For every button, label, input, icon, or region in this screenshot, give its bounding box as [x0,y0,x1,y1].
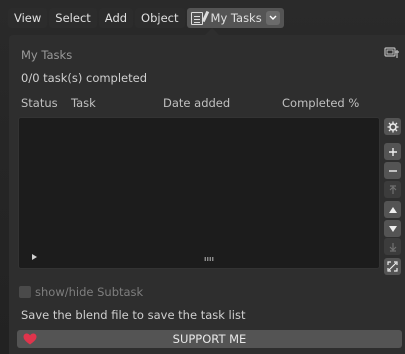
task-list[interactable] [18,117,380,269]
settings-icon [387,121,398,132]
popover-pointer [205,28,219,35]
list-resize-grip[interactable] [204,257,214,261]
add-icon [388,147,397,156]
move-up-button[interactable] [384,201,401,218]
fullscreen-button[interactable] [384,258,401,275]
save-note: Save the blend file to save the task lis… [21,308,246,322]
menu-select[interactable]: Select [49,8,97,28]
remove-icon [388,169,397,172]
fullscreen-icon [387,261,398,272]
menu-add[interactable]: Add [98,8,134,28]
remove-task-button[interactable] [384,162,401,179]
support-me-button[interactable]: SUPPORT ME [17,330,402,348]
move-down-button[interactable] [384,220,401,237]
panel-title: My Tasks [21,48,73,62]
task-progress-text: 0/0 task(s) completed [21,71,148,85]
move-down-icon [388,225,397,232]
header-menubar: View Select Add Object My Tasks [0,0,405,34]
subtask-toggle[interactable]: show/hide Subtask [19,285,143,299]
move-bottom-icon [389,242,396,252]
subtask-checkbox[interactable] [19,286,31,298]
column-status: Status [21,96,58,110]
move-top-icon [389,184,396,194]
column-task: Task [71,96,96,110]
pin-icon[interactable] [384,45,400,61]
column-completed: Completed % [282,96,360,110]
settings-button[interactable] [384,118,401,135]
my-tasks-tab-button[interactable]: My Tasks [186,8,284,28]
my-tasks-popover: My Tasks 0/0 task(s) completed Status Ta… [9,35,405,354]
add-task-button[interactable] [384,143,401,160]
move-up-icon [388,206,397,213]
my-tasks-tab-label: My Tasks [210,11,262,25]
move-top-button[interactable] [384,181,401,198]
subtask-toggle-label: show/hide Subtask [35,285,144,299]
column-date-added: Date added [163,96,231,110]
support-me-label: SUPPORT ME [172,332,247,346]
tasks-icon [190,10,209,25]
list-filter-expander-icon[interactable] [32,254,37,260]
move-bottom-button[interactable] [384,238,401,255]
chevron-down-icon [265,11,280,25]
menu-view[interactable]: View [8,8,48,28]
heart-icon [23,333,37,345]
menu-object[interactable]: Object [135,8,185,28]
